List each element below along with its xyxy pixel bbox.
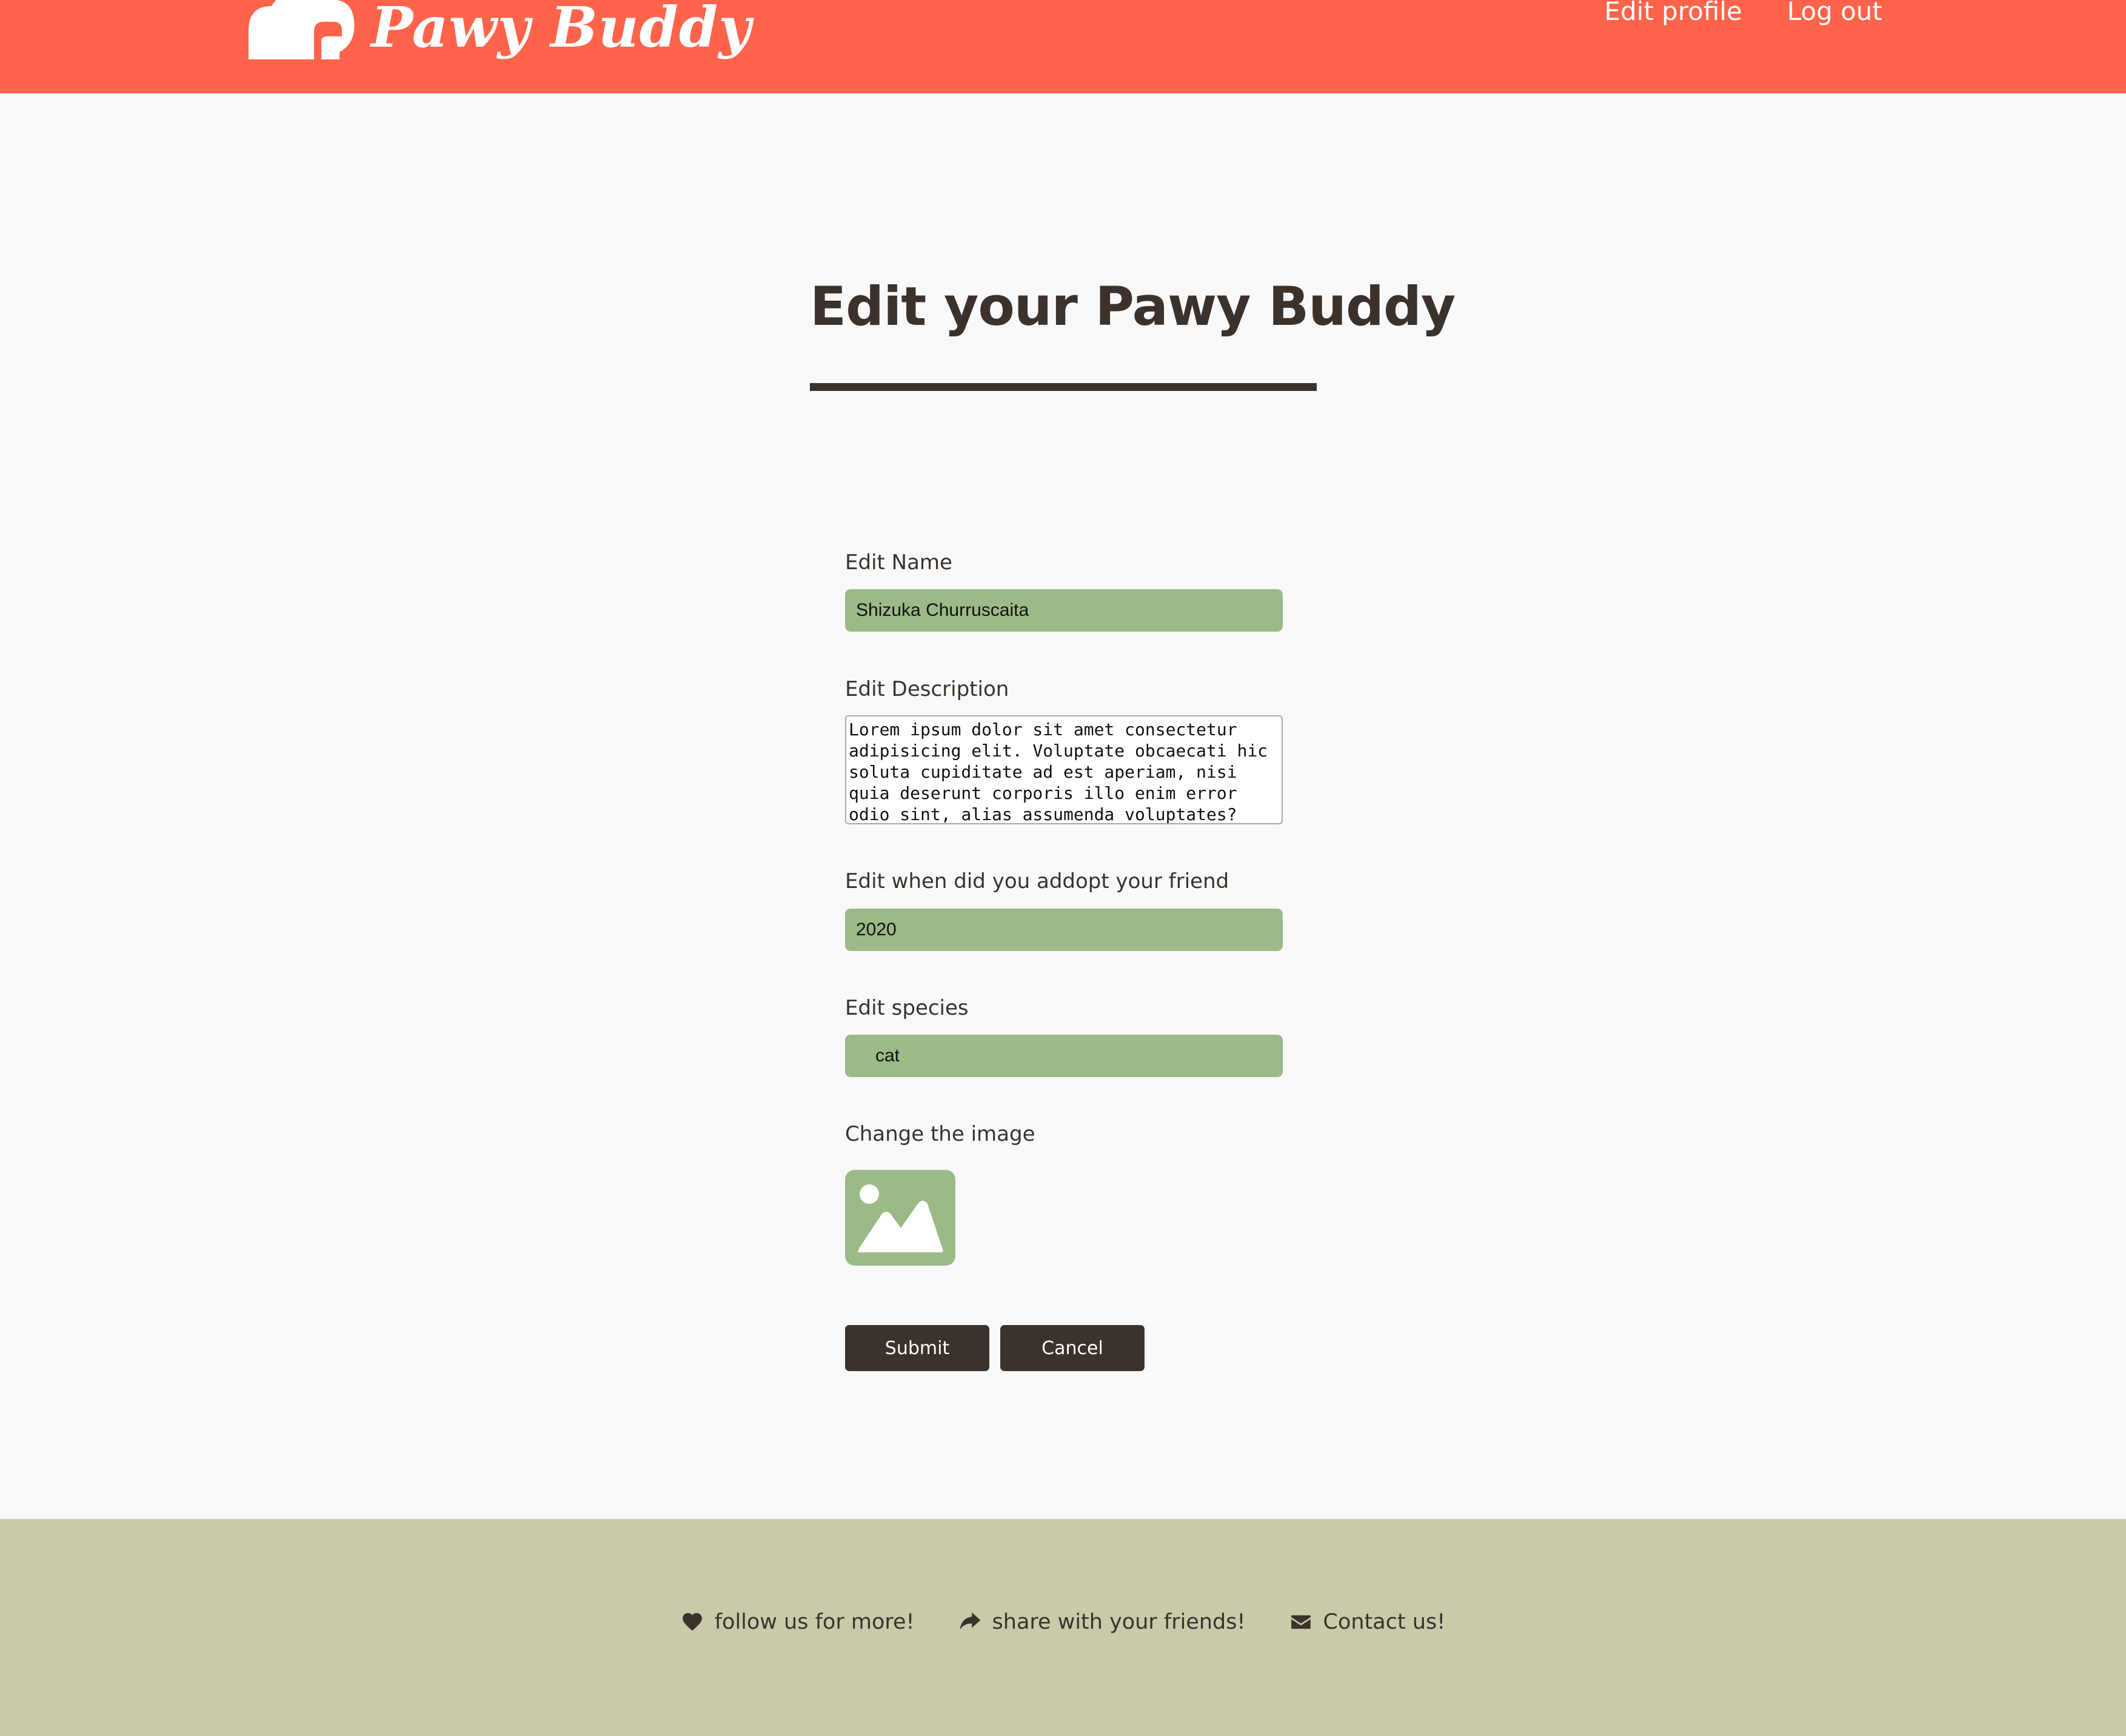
edit-profile-link[interactable]: Edit profile xyxy=(1604,0,1742,24)
logo-text: Pawy Buddy xyxy=(371,0,752,60)
paw-cloud-icon xyxy=(242,0,358,61)
contact-link[interactable]: Contact us! xyxy=(1289,1610,1446,1634)
cancel-button[interactable]: Cancel xyxy=(1000,1325,1145,1371)
contact-link-label: Contact us! xyxy=(1323,1610,1446,1634)
title-divider xyxy=(810,383,1317,391)
name-label: Edit Name xyxy=(845,550,952,575)
heart-icon xyxy=(681,1611,704,1634)
share-link-label: share with your friends! xyxy=(992,1610,1246,1634)
image-label: Change the image xyxy=(845,1122,1035,1146)
species-label: Edit species xyxy=(845,996,969,1020)
top-header: Pawy Buddy Edit profile Log out xyxy=(0,0,2126,93)
image-placeholder-icon xyxy=(858,1184,943,1252)
log-out-link[interactable]: Log out xyxy=(1787,0,1882,24)
follow-link-label: follow us for more! xyxy=(714,1610,915,1634)
page-footer: follow us for more! share with your frie… xyxy=(0,1519,2126,1736)
adopted-label: Edit when did you addopt your friend xyxy=(845,869,1229,893)
top-nav: Edit profile Log out xyxy=(1604,0,1882,25)
name-input[interactable] xyxy=(845,589,1283,632)
envelope-icon xyxy=(1289,1611,1312,1634)
footer-links: follow us for more! share with your frie… xyxy=(0,1610,2126,1634)
page-title: Edit your Pawy Buddy xyxy=(810,275,1456,338)
submit-button[interactable]: Submit xyxy=(845,1325,989,1371)
adopted-year-input[interactable] xyxy=(845,909,1283,951)
description-label: Edit Description xyxy=(845,677,1009,701)
logo-link[interactable]: Pawy Buddy xyxy=(242,0,752,67)
share-icon xyxy=(958,1611,981,1634)
species-select[interactable] xyxy=(845,1035,1283,1077)
share-link[interactable]: share with your friends! xyxy=(958,1610,1246,1634)
main-content: Edit your Pawy Buddy Edit Name Edit Desc… xyxy=(0,93,2126,1519)
description-textarea[interactable]: Lorem ipsum dolor sit amet consectetur a… xyxy=(845,715,1283,824)
image-upload-button[interactable] xyxy=(845,1170,955,1266)
follow-link[interactable]: follow us for more! xyxy=(681,1610,915,1634)
